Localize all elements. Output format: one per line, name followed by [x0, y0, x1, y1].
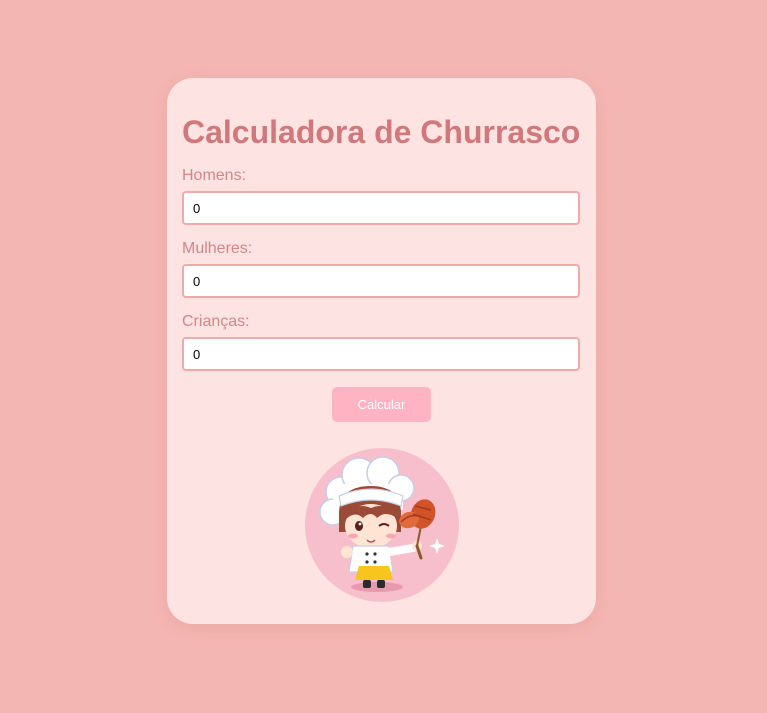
chef-girl-with-grilled-meat-icon — [305, 448, 459, 602]
button-row: Calcular — [182, 387, 581, 422]
mulheres-label: Mulheres: — [182, 240, 253, 257]
calculator-card: Calculadora de Churrasco Homens: Mulhere… — [167, 78, 596, 624]
homens-label: Homens: — [182, 167, 247, 184]
homens-input[interactable] — [182, 191, 580, 225]
criancas-label: Crianças: — [182, 313, 250, 330]
calcular-button[interactable]: Calcular — [332, 387, 431, 422]
page-title: Calculadora de Churrasco — [182, 114, 581, 150]
mulheres-input[interactable] — [182, 264, 580, 298]
chef-illustration — [319, 456, 445, 592]
criancas-input[interactable] — [182, 337, 580, 371]
